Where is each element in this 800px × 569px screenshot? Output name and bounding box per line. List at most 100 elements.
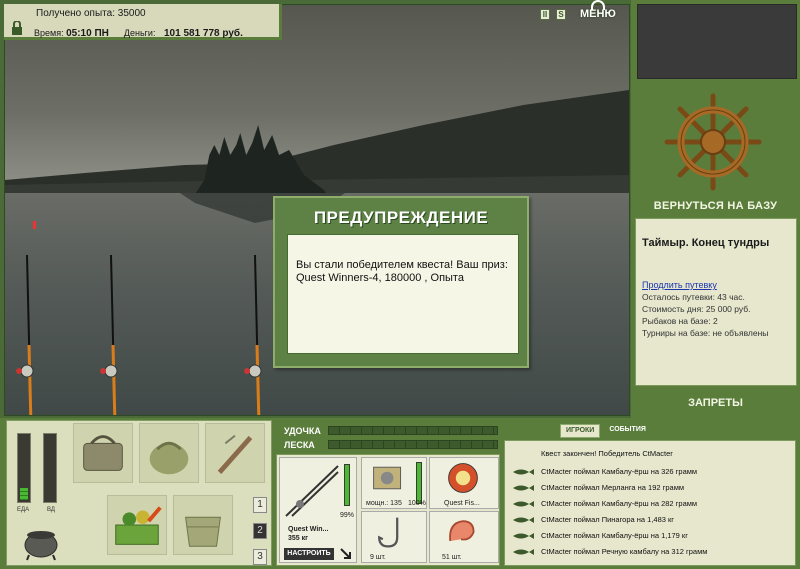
money-label: Деньги: [123, 28, 156, 38]
time-label: Время: [34, 28, 64, 38]
stat-hours-left: Осталось путевки: 43 час. [642, 292, 745, 302]
log-line: CtMacter поймал Камбалу-ёрш на 282 грамм [541, 499, 698, 508]
time-value: 05:10 ПН [66, 28, 109, 39]
pause-button[interactable]: II [540, 8, 550, 20]
stat-fishers: Рыбаков на базе: 2 [642, 316, 718, 326]
cauldron-icon[interactable] [21, 521, 61, 561]
bait-basket-slot[interactable] [107, 495, 167, 555]
tool-slot[interactable] [205, 423, 265, 483]
alco-label: ВД [47, 507, 55, 513]
tackle-panel: УДОЧКА ЛЕСКА 99% Quest Win... 355 кг НАС… [276, 420, 500, 566]
dialog-message: Вы стали победителем квеста! Ваш приз: Q… [287, 234, 519, 354]
menu-button[interactable]: МЕНЮ [580, 0, 616, 20]
food-gauge [17, 433, 31, 503]
inventory-panel: ЕДА ВД 1 2 3 [6, 420, 272, 566]
money-value: 101 581 778 руб. [163, 28, 243, 39]
bait-count: 51 шт. [442, 554, 462, 561]
extend-permit-link[interactable]: Продлить путевку [642, 280, 790, 290]
rod-wear-bar [344, 464, 350, 506]
tab-players[interactable]: ИГРОКИ [560, 424, 601, 438]
line-bar-label: ЛЕСКА [284, 440, 315, 450]
line-tension-bar [328, 440, 498, 449]
fish-icon [513, 533, 534, 539]
reel-percent: 100% [408, 500, 426, 507]
hook-count: 9 шт. [370, 554, 386, 561]
log-line: CtMacter поймал Мерланга на 192 грамм [541, 483, 685, 492]
gear-slots: 99% Quest Win... 355 кг НАСТРОИТЬ мощн.:… [276, 454, 500, 566]
rod-1 [16, 255, 34, 415]
rod-slot[interactable]: 99% Quest Win... 355 кг НАСТРОИТЬ [279, 457, 357, 563]
rod-bar-label: УДОЧКА [284, 426, 321, 436]
reel-icon [373, 466, 402, 490]
knife-icon [217, 434, 253, 474]
rod-icon [285, 465, 339, 517]
return-to-base-button[interactable]: ВЕРНУТЬСЯ НА БАЗУ [631, 200, 800, 212]
stat-tournaments: Турниры на базе: не объявлены [642, 328, 769, 338]
arrow-icon[interactable] [340, 548, 352, 560]
line-slot[interactable]: 100% Quest Fis... [408, 457, 499, 509]
fish-icon [513, 549, 534, 555]
fish-icon [513, 517, 534, 523]
fishing-rods[interactable] [5, 255, 295, 416]
rod-weight: 355 кг [288, 535, 309, 542]
setup-button[interactable]: НАСТРОИТЬ [284, 548, 334, 560]
event-log: Квест закончен! Победитель CtMacter CtMa… [504, 440, 796, 566]
log-tabs: ИГРОКИ СОБЫТИЯ [560, 424, 651, 438]
hook-slot[interactable]: 9 шт. [361, 511, 427, 563]
log-header: Квест закончен! Победитель CtMacter [541, 449, 673, 458]
reel-wear-bar [416, 462, 422, 504]
tackle-bag-icon [83, 435, 123, 471]
bucket-slot[interactable] [173, 495, 233, 555]
stat-day-cost: Стоимость дня: 25 000 руб. [642, 304, 751, 314]
events-panel: ИГРОКИ СОБЫТИЯ Квест закончен! Победител… [504, 420, 796, 566]
warning-dialog: ПРЕДУПРЕЖДЕНИЕ Вы стали победителем квес… [273, 196, 529, 368]
tab-events[interactable]: СОБЫТИЯ [604, 424, 651, 438]
dialog-title: ПРЕДУПРЕЖДЕНИЕ [313, 208, 489, 227]
location-title: Таймыр. Конец тундры [642, 237, 770, 249]
bait-slot[interactable]: 51 шт. [429, 511, 499, 563]
log-line: CtMacter поймал Речную камбалу на 312 гр… [541, 547, 708, 556]
top-buttons: II S МЕНЮ [540, 0, 616, 22]
tackle-box-slot[interactable] [73, 423, 133, 483]
player-info-panel: Получено опыта: 35000 Время: 05:10 ПН Де… [4, 4, 282, 40]
net-slot[interactable] [139, 423, 199, 483]
bucket-icon [185, 516, 221, 547]
page-3-button[interactable]: 3 [253, 549, 267, 565]
minimap-box [637, 4, 797, 79]
hook-icon [378, 517, 399, 548]
food-label: ЕДА [17, 507, 30, 513]
page-2-button[interactable]: 2 [253, 523, 267, 539]
log-line: CtMacter поймал Камбалу-ёрш на 1,179 кг [541, 531, 688, 540]
reel-power: мощн.: 135 [366, 500, 402, 507]
location-info: Таймыр. Конец тундры Продлить путевку Ос… [635, 218, 797, 386]
sound-button[interactable]: S [556, 8, 566, 20]
food-gauge-fill [20, 488, 28, 500]
helm-mini-icon [590, 0, 605, 10]
rod-3 [244, 255, 262, 415]
rod-2 [100, 255, 118, 415]
rod-wear-fill [345, 465, 349, 505]
bag-icon [149, 441, 189, 475]
vegetable-basket-icon [115, 506, 162, 545]
status-gauges: ЕДА ВД [15, 429, 63, 521]
rod-percent: 99% [340, 512, 355, 519]
lock-icon[interactable] [10, 21, 24, 35]
right-panel: ВЕРНУТЬСЯ НА БАЗУ Таймыр. Конец тундры П… [631, 0, 800, 420]
alco-gauge [43, 433, 57, 503]
page-1-button[interactable]: 1 [253, 497, 267, 513]
exp-label: Получено опыта: [36, 8, 115, 19]
rod-tension-bar [328, 426, 498, 435]
shrimp-icon [449, 520, 475, 542]
rules-button[interactable]: ЗАПРЕТЫ [631, 397, 800, 409]
reel-wear-fill [417, 463, 421, 503]
fish-icon [513, 485, 534, 491]
rod-name: Quest Win... [288, 526, 329, 533]
fish-icon [513, 501, 534, 507]
ship-helm-icon[interactable] [663, 92, 763, 192]
float-marker [33, 221, 36, 229]
line-spool-icon [448, 463, 478, 493]
fish-icon [513, 469, 534, 475]
exp-value: 35000 [117, 8, 146, 19]
line-name: Quest Fis... [444, 500, 480, 507]
log-line: CtMacter поймал Камбалу-ёрш на 326 грамм [541, 467, 698, 476]
